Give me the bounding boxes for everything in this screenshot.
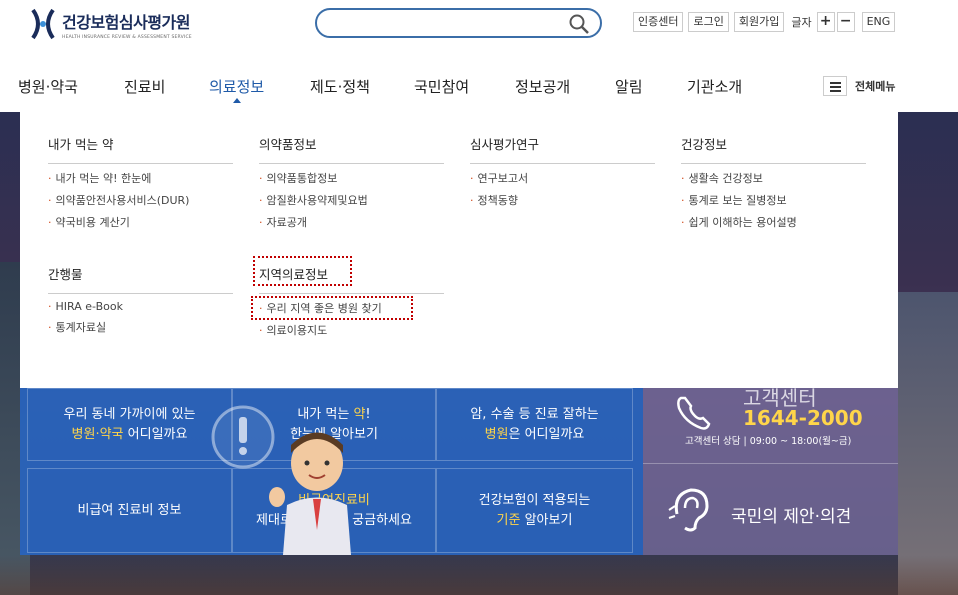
proposal-label: 국민의 제안·의견 <box>731 507 852 527</box>
site-header: 건강보험심사평가원 HEALTH INSURANCE REVIEW & ASSE… <box>0 0 958 60</box>
hamburger-icon <box>823 76 847 96</box>
menu-link[interactable]: · 쉽게 이해하는 용어설명 <box>681 214 866 230</box>
all-menu-label: 전체메뉴 <box>855 80 896 93</box>
logo-subtitle: HEALTH INSURANCE REVIEW & ASSESSMENT SER… <box>62 34 192 40</box>
menu-link[interactable]: · 내가 먹는 약! 한눈에 <box>48 170 233 186</box>
menu-column-drug-info: 의약품정보 · 의약품통합정보 · 암질환사용약제및요법 · 자료공개 <box>259 134 444 230</box>
menu-column-research: 심사평가연구 · 연구보고서 · 정책동향 <box>470 134 655 208</box>
font-size-label: 글자 <box>791 16 812 29</box>
nav-notice[interactable]: 알림 <box>615 76 643 97</box>
signup-link[interactable]: 회원가입 <box>733 12 785 32</box>
nav-medical-info[interactable]: 의료정보 <box>209 76 264 97</box>
menu-link[interactable]: · 통계자료실 <box>48 319 233 335</box>
menu-column-publications: 간행물 · HIRA e-Book · 통계자료실 <box>48 264 233 335</box>
menu-link[interactable]: · 통계로 보는 질병정보 <box>681 192 866 208</box>
menu-column-title[interactable]: 건강정보 <box>681 134 866 164</box>
tile-good-hospital[interactable]: 암, 수술 등 진료 잘하는 병원은 어디일까요 <box>436 388 633 461</box>
nav-hospital-pharmacy[interactable]: 병원·약국 <box>18 76 78 97</box>
search-box <box>315 8 602 38</box>
all-menu-button[interactable]: 전체메뉴 <box>823 76 895 96</box>
logo-mark-icon <box>31 8 55 40</box>
menu-link[interactable]: · 자료공개 <box>259 214 444 230</box>
call-center-box[interactable]: 고객센터 1644-2000 고객센터 상담 | 09:00 ~ 18:00(월… <box>643 386 898 464</box>
nav-policy[interactable]: 제도·정책 <box>310 76 370 97</box>
menu-link[interactable]: · 의료이용지도 <box>259 322 444 338</box>
menu-link[interactable]: · 정책동향 <box>470 192 655 208</box>
call-center-phone: 1644-2000 <box>743 406 863 430</box>
utility-menu: 인증센터 로그인 회원가입 글자 + − ENG <box>633 12 900 32</box>
call-center-hours: 고객센터 상담 | 09:00 ~ 18:00(월~금) <box>685 436 852 447</box>
hira-logo[interactable]: 건강보험심사평가원 HEALTH INSURANCE REVIEW & ASSE… <box>30 7 192 41</box>
menu-link[interactable]: · 연구보고서 <box>470 170 655 186</box>
active-indicator-caret <box>233 98 241 103</box>
main-navigation: 병원·약국 진료비 의료정보 제도·정책 국민참여 정보공개 알림 기관소개 전… <box>0 60 958 112</box>
menu-link[interactable]: · HIRA e-Book <box>48 300 233 313</box>
city-lights <box>0 555 958 595</box>
tile-nearby-hospital[interactable]: 우리 동네 가까이에 있는 병원·약국 어디일까요 <box>27 388 232 461</box>
mega-menu-panel: 내가 먹는 약 · 내가 먹는 약! 한눈에 · 의약품안전사용서비스(DUR) ·… <box>20 112 898 388</box>
menu-column-title[interactable]: 내가 먹는 약 <box>48 134 233 164</box>
highlight-find-good-hospital <box>251 296 413 320</box>
menu-link[interactable]: · 의약품통합정보 <box>259 170 444 186</box>
city-background-right <box>898 292 958 595</box>
phone-icon <box>677 396 711 430</box>
nav-about[interactable]: 기관소개 <box>687 76 742 97</box>
nav-participation[interactable]: 국민참여 <box>414 76 469 97</box>
menu-column-title[interactable]: 간행물 <box>48 264 233 294</box>
menu-column-title[interactable]: 심사평가연구 <box>470 134 655 164</box>
public-proposal-link[interactable]: 국민의 제안·의견 <box>643 464 898 555</box>
menu-link[interactable]: · 암질환사용약제및요법 <box>259 192 444 208</box>
nav-disclosure[interactable]: 정보공개 <box>515 76 570 97</box>
tile-non-covered-fees[interactable]: 비급여 진료비 정보 <box>27 468 232 553</box>
menu-column-health-info: 건강정보 · 생활속 건강정보 · 통계로 보는 질병정보 · 쉽게 이해하는 용어설… <box>681 134 866 230</box>
tile-non-covered-check[interactable]: 비급여진료비 제대로 나온 건지 궁금하세요 <box>232 468 436 553</box>
search-input[interactable] <box>329 10 569 36</box>
logo-title: 건강보험심사평가원 <box>62 12 190 32</box>
font-increase-button[interactable]: + <box>816 12 835 32</box>
menu-link[interactable]: · 생활속 건강정보 <box>681 170 866 186</box>
menu-column-title[interactable]: 의약품정보 <box>259 134 444 164</box>
nav-medical-fees[interactable]: 진료비 <box>124 76 165 97</box>
search-icon[interactable] <box>568 13 590 35</box>
menu-link[interactable]: · 약국비용 계산기 <box>48 214 233 230</box>
highlight-regional-info-title <box>253 256 352 286</box>
english-link[interactable]: ENG <box>861 12 896 32</box>
ear-icon <box>668 488 709 532</box>
tile-my-medicine[interactable]: 내가 먹는 약! 한눈에 알아보기 <box>232 388 436 461</box>
tile-coverage-criteria[interactable]: 건강보험이 적용되는 기준 알아보기 <box>436 468 633 553</box>
login-link[interactable]: 로그인 <box>688 12 729 32</box>
menu-link[interactable]: · 의약품안전사용서비스(DUR) <box>48 192 233 208</box>
menu-column-my-medicine: 내가 먹는 약 · 내가 먹는 약! 한눈에 · 의약품안전사용서비스(DUR) ·… <box>48 134 233 230</box>
quick-service-tiles: 우리 동네 가까이에 있는 병원·약국 어디일까요 내가 먹는 약! 한눈에 알… <box>20 388 643 555</box>
cert-center-link[interactable]: 인증센터 <box>633 12 684 32</box>
font-decrease-button[interactable]: − <box>836 12 855 32</box>
customer-panel: 고객센터 1644-2000 고객센터 상담 | 09:00 ~ 18:00(월… <box>643 386 898 555</box>
